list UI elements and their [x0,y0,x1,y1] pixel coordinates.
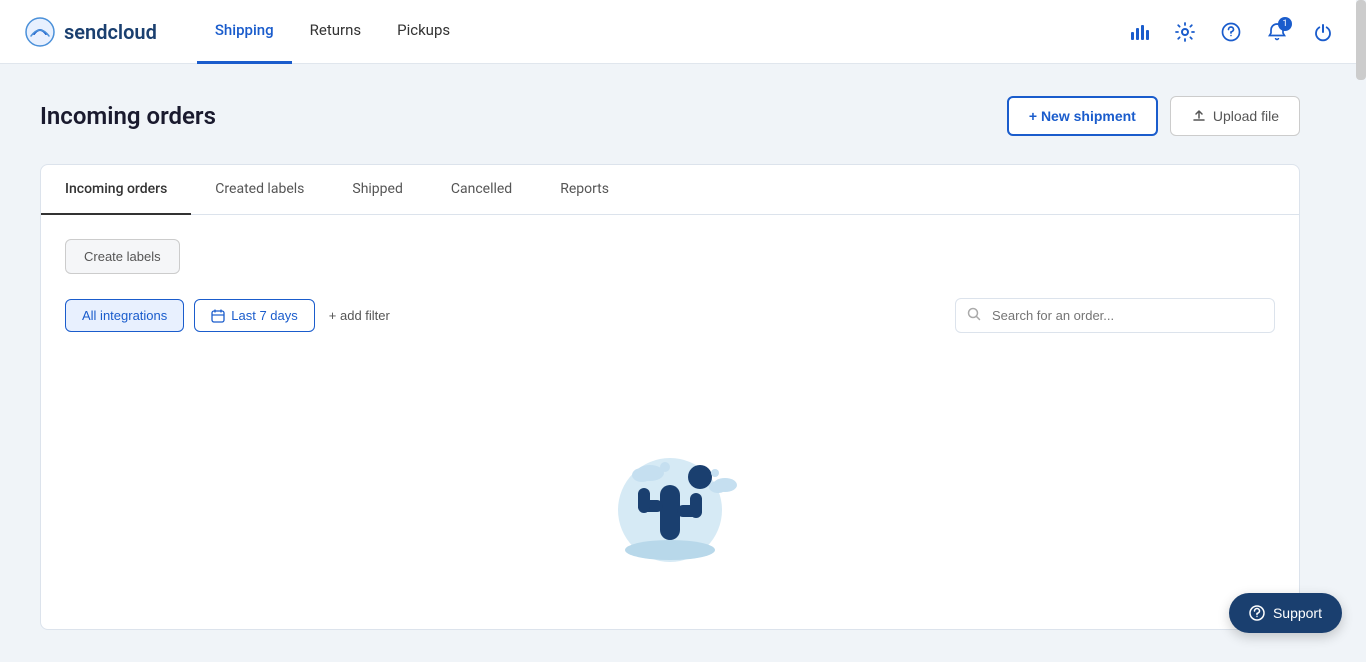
support-icon [1249,605,1265,621]
nav-returns[interactable]: Returns [292,0,379,64]
main-nav: Shipping Returns Pickups [197,0,1120,64]
scrollbar[interactable] [1356,0,1366,657]
notification-badge: 1 [1278,17,1292,31]
navbar-actions: 1 [1120,13,1342,51]
tab-shipped[interactable]: Shipped [328,165,426,215]
power-icon [1313,22,1333,42]
empty-state [65,365,1275,605]
tabs-bar: Incoming orders Created labels Shipped C… [41,165,1299,215]
search-wrapper [955,298,1275,333]
upload-icon [1191,108,1207,124]
calendar-icon [211,309,225,323]
analytics-icon-btn[interactable] [1120,13,1158,51]
tab-created-labels[interactable]: Created labels [191,165,328,215]
page-header: Incoming orders + New shipment Upload fi… [40,96,1300,136]
search-input[interactable] [955,298,1275,333]
nav-shipping[interactable]: Shipping [197,0,292,64]
add-filter-button[interactable]: + add filter [325,300,394,331]
tab-reports[interactable]: Reports [536,165,633,215]
navbar: sendcloud Shipping Returns Pickups [0,0,1366,64]
notifications-icon-btn[interactable]: 1 [1258,13,1296,51]
scrollbar-thumb[interactable] [1356,0,1366,80]
page-title: Incoming orders [40,102,216,130]
tab-incoming-orders[interactable]: Incoming orders [41,165,191,215]
support-button[interactable]: Support [1229,593,1342,633]
page-header-actions: + New shipment Upload file [1007,96,1300,136]
tab-content: Create labels All integrations Last 7 da… [41,215,1299,629]
upload-file-button[interactable]: Upload file [1170,96,1300,136]
tab-cancelled[interactable]: Cancelled [427,165,536,215]
chart-icon [1129,22,1149,42]
nav-pickups[interactable]: Pickups [379,0,468,64]
brand-name: sendcloud [64,20,157,44]
settings-icon-btn[interactable] [1166,13,1204,51]
brand-logo[interactable]: sendcloud [24,16,157,48]
create-labels-button[interactable]: Create labels [65,239,180,274]
filters-row: All integrations Last 7 days + add filte… [65,298,1275,333]
tab-toolbar: Create labels [65,239,1275,274]
sendcloud-logo-icon [24,16,56,48]
new-shipment-button[interactable]: + New shipment [1007,96,1158,136]
gear-icon [1175,22,1195,42]
help-icon-btn[interactable] [1212,13,1250,51]
search-icon [967,307,981,325]
power-icon-btn[interactable] [1304,13,1342,51]
help-icon [1221,22,1241,42]
date-filter[interactable]: Last 7 days [194,299,315,332]
support-label: Support [1273,605,1322,621]
tabs-container: Incoming orders Created labels Shipped C… [40,164,1300,630]
page-content: Incoming orders + New shipment Upload fi… [0,64,1340,662]
empty-state-illustration [590,405,750,565]
all-integrations-filter[interactable]: All integrations [65,299,184,332]
